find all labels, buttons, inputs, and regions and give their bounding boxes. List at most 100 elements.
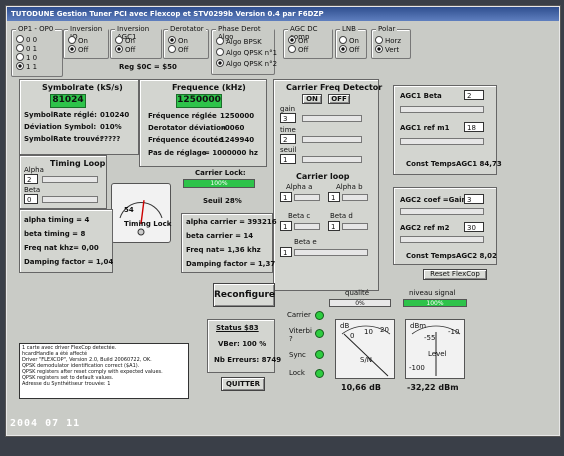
quit-button[interactable]: QUITTER (221, 377, 265, 391)
op-radio-01[interactable]: 0 1 (16, 44, 37, 53)
agc1-panel: AGC1 Beta 2 AGC1 ref m1 18 Const TempsAG… (393, 85, 502, 175)
alpha-a-slider[interactable] (294, 194, 320, 201)
carrier-detector-title: Carrier Freq Detector (286, 83, 383, 92)
inversion-iq-on[interactable]: On (68, 36, 88, 45)
freq-nat-carrier: Freq nat= 1,36 khz (186, 246, 261, 254)
reset-flexcop-button[interactable]: Reset FlexCop (423, 269, 487, 280)
symbolrate-value[interactable]: 81024 (50, 94, 86, 108)
damping-carrier: Damping factor = 1,37 (186, 260, 276, 268)
agc2-ref-input[interactable]: 30 (464, 222, 484, 232)
frequence-heard-value: 1249940 (220, 136, 255, 144)
inversion-agc1-on[interactable]: On (115, 36, 135, 45)
date-stamp: 2004 07 11 (10, 418, 81, 429)
detector-on-button[interactable]: ON (302, 94, 322, 104)
lnb-on[interactable]: On (339, 36, 359, 45)
phase-derot-qpsk1[interactable]: Algo QPSK n°1 (216, 48, 277, 57)
detector-off-button[interactable]: OFF (328, 94, 350, 104)
timing-stats-panel: alpha timing = 4 beta timing = 8 Freq na… (19, 209, 113, 273)
niveau-bar: 100% (403, 299, 467, 307)
timing-beta-slider[interactable] (42, 196, 98, 203)
timing-knob (137, 228, 145, 236)
timing-beta-input[interactable]: 0 (24, 194, 38, 204)
polar-group: Polar Horz Vert (371, 25, 411, 59)
agc1-beta-slider[interactable] (400, 106, 484, 113)
polar-horz[interactable]: Horz (375, 36, 401, 45)
phase-derot-group: Phase Derot Algo Algo BPSK Algo QPSK n°1… (211, 25, 277, 75)
time-input[interactable]: 2 (280, 134, 296, 144)
frequence-value[interactable]: 1250000 (176, 94, 222, 108)
agc-dc-group: AGC DC comp On Off (283, 25, 333, 59)
symbolrate-found-value: ????? (100, 135, 121, 143)
level-gauge: dBm -55 -10 -100 Level (405, 319, 465, 379)
agc2-coef-input[interactable]: 3 (464, 194, 484, 204)
level-name: Level (428, 350, 447, 358)
derotator-on[interactable]: On (168, 36, 188, 45)
timing-lock-label: Timing Lock (124, 220, 172, 228)
beta-c-label: Beta c (288, 212, 311, 220)
beta-c-slider[interactable] (294, 223, 320, 230)
agc-dc-on[interactable]: On (288, 36, 308, 45)
reg-text: Reg $0C = $50 (119, 63, 177, 71)
derotator-off[interactable]: Off (168, 45, 188, 54)
op-group: OP1 - OP0 0 0 0 1 1 0 1 1 (11, 25, 63, 77)
time-slider[interactable] (302, 136, 362, 143)
lnb-label: LNB (340, 25, 358, 33)
op-radio-11[interactable]: 1 1 (16, 62, 37, 71)
agc1-const: Const TempsAGC1 84,73 (406, 160, 502, 168)
reconfigure-button[interactable]: Reconfigure (213, 283, 275, 307)
inversion-agc1-group: Inversion AGC1 On Off (110, 25, 162, 59)
carrier-loop-title: Carrier loop (296, 172, 350, 181)
gain-slider[interactable] (302, 115, 362, 122)
alpha-b-label: Alpha b (336, 183, 363, 191)
symbolrate-title: Symbolrate (kS/s) (42, 83, 123, 92)
level-tick-55: -55 (424, 334, 436, 342)
viterbi-led-label: Viterbi ? (289, 327, 312, 343)
beta-e-input[interactable]: 1 (280, 247, 292, 257)
lock-led (315, 369, 324, 378)
beta-timing: beta timing = 8 (24, 230, 86, 238)
gain-input[interactable]: 3 (280, 113, 296, 123)
agc2-coef-slider[interactable] (400, 208, 484, 215)
beta-e-slider[interactable] (294, 249, 368, 256)
alpha-b-input[interactable]: 1 (328, 192, 340, 202)
phase-derot-bpsk[interactable]: Algo BPSK (216, 37, 262, 46)
agc-dc-off[interactable]: Off (288, 45, 308, 54)
qualite-value: 0% (355, 300, 365, 307)
timing-alpha-input[interactable]: 2 (24, 174, 38, 184)
beta-carrier: beta carrier = 14 (186, 232, 254, 240)
inversion-agc1-off[interactable]: Off (115, 45, 135, 54)
agc2-ref-slider[interactable] (400, 236, 484, 243)
status-panel: Status $83 VBer: 100 % Nb Erreurs: 8749 (207, 319, 281, 373)
polar-vert[interactable]: Vert (375, 45, 399, 54)
time-label: time (280, 126, 296, 134)
log-box[interactable]: 1 carte avec driver FlexCop detectée. hc… (19, 343, 189, 399)
beta-d-input[interactable]: 1 (328, 221, 340, 231)
op-radio-00[interactable]: 0 0 (16, 35, 37, 44)
seuil-slider[interactable] (302, 156, 362, 163)
op-radio-10[interactable]: 1 0 (16, 53, 37, 62)
beta-c-input[interactable]: 1 (280, 221, 292, 231)
beta-d-slider[interactable] (342, 223, 368, 230)
agc1-beta-input[interactable]: 2 (464, 90, 484, 100)
alpha-b-slider[interactable] (342, 194, 368, 201)
derotator-deviation-label: Derotator déviation (148, 124, 226, 132)
timing-alpha-label: Alpha (24, 166, 44, 174)
alpha-a-input[interactable]: 1 (280, 192, 292, 202)
agc2-ref-label: AGC2 ref m2 (400, 224, 450, 232)
op-group-label: OP1 - OP0 (16, 25, 56, 33)
seuil-input[interactable]: 1 (280, 154, 296, 164)
phase-derot-qpsk2[interactable]: Algo QPSK n°2 (216, 59, 277, 68)
derotator-group: Derotator On Off (163, 25, 209, 59)
symbol-deviation-value: 010% (100, 123, 122, 131)
lnb-off[interactable]: Off (339, 45, 359, 54)
inversion-iq-off[interactable]: Off (68, 45, 88, 54)
beta-e-label: Beta e (294, 238, 317, 246)
timing-alpha-slider[interactable] (42, 176, 98, 183)
derotator-label: Derotator (168, 25, 206, 33)
step-label: Pas de réglage (148, 149, 207, 157)
carrier-led (315, 311, 324, 320)
agc1-ref-input[interactable]: 18 (464, 122, 484, 132)
timing-lock-meter: 54 Timing Lock (111, 183, 171, 243)
agc1-ref-slider[interactable] (400, 138, 484, 145)
title-bar: TUTODUNE Gestion Tuner PCI avec Flexcop … (7, 7, 559, 21)
